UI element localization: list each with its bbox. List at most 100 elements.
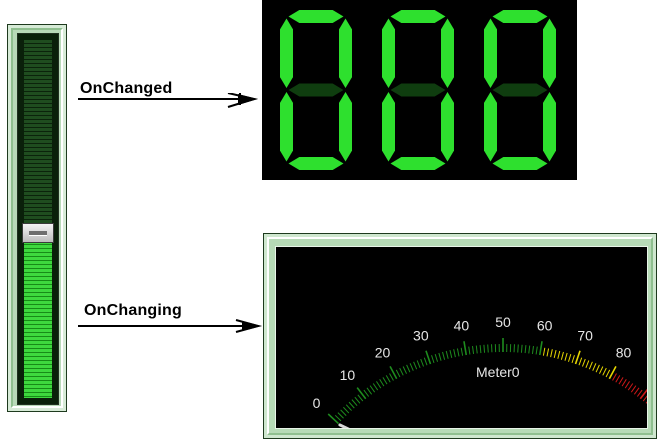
meter-tick — [627, 383, 634, 391]
digit-2 — [382, 10, 454, 170]
meter-tick — [343, 406, 350, 414]
meter-tick — [487, 344, 489, 353]
segment-bottom — [390, 157, 446, 170]
slider-track[interactable] — [24, 40, 52, 398]
meter-tick — [560, 351, 564, 360]
meter-tick-label: 70 — [577, 328, 593, 344]
analog-meter: 0102030405060708090100 Meter0 — [263, 233, 657, 439]
meter-tick-label: 40 — [454, 317, 470, 333]
meter-tick — [382, 377, 388, 385]
slider-thumb[interactable] — [22, 222, 54, 243]
meter-tick — [420, 358, 425, 367]
meter-tick — [385, 375, 391, 383]
meter-tick — [564, 352, 568, 361]
meter-tick — [517, 344, 519, 353]
meter-tick — [406, 364, 411, 373]
meter-tick — [345, 404, 352, 411]
vertical-slider[interactable] — [7, 24, 67, 412]
meter-tick — [588, 361, 593, 370]
meter-tick — [357, 394, 364, 402]
meter-tick — [520, 344, 523, 353]
meter-tick-label: 10 — [340, 367, 356, 383]
meter-tick — [483, 344, 486, 353]
digit-3 — [484, 10, 556, 170]
meter-tick-labels: 0102030405060708090100 — [313, 314, 632, 411]
meter-tick — [442, 351, 446, 360]
meter-tick — [468, 346, 471, 355]
meter-tick — [340, 409, 347, 416]
meter-tick — [366, 387, 373, 395]
meter-tick — [449, 350, 453, 359]
meter-tick — [460, 347, 464, 356]
meter-tick — [372, 383, 379, 391]
meter-tick-label: 30 — [413, 328, 429, 344]
meter-tick — [463, 341, 468, 356]
meter-tick — [528, 345, 531, 354]
meter-tick — [553, 350, 557, 359]
meter-tick-label: 20 — [375, 344, 391, 360]
meter-scale: 0102030405060708090100 Meter0 — [313, 314, 647, 428]
onchanging-arrow-icon — [78, 319, 262, 333]
meter-tick — [585, 360, 590, 369]
segment-lower-left — [484, 92, 497, 162]
meter-tick — [453, 349, 456, 358]
meter-tick — [475, 345, 478, 354]
segment-lower-left — [382, 92, 395, 162]
segment-upper-left — [382, 18, 395, 88]
meter-tick — [615, 375, 621, 383]
meter-tick — [546, 348, 550, 357]
meter-tick — [413, 361, 418, 370]
meter-tick — [571, 355, 575, 363]
slider-track-filled — [24, 232, 52, 398]
meter-needle — [338, 423, 350, 428]
segment-lower-right — [339, 92, 352, 162]
meter-tick — [409, 363, 414, 371]
digit-1 — [280, 10, 352, 170]
meter-tick — [376, 381, 382, 389]
segment-middle — [492, 83, 548, 97]
meter-tick — [645, 401, 647, 404]
meter-tick — [456, 348, 460, 357]
meter-tick-label: 0 — [313, 395, 321, 411]
meter-tick — [431, 355, 435, 363]
meter-tick — [574, 350, 581, 365]
meter-tick — [621, 379, 627, 387]
meter-tick — [524, 345, 527, 354]
meter-tick — [602, 367, 607, 376]
meter-tick — [472, 345, 475, 355]
segment-upper-right — [543, 18, 556, 88]
slider-track-unfilled — [24, 40, 52, 233]
meter-tick — [348, 401, 355, 409]
segment-upper-left — [484, 18, 497, 88]
meter-face: 0102030405060708090100 Meter0 — [275, 246, 648, 429]
meter-tick — [612, 373, 617, 381]
segment-top — [390, 10, 446, 23]
meter-tick — [531, 345, 534, 355]
seven-segment-display — [262, 0, 577, 180]
meter-tick — [633, 387, 640, 395]
meter-tick — [538, 341, 543, 356]
meter-tick — [354, 396, 361, 404]
segment-upper-left — [280, 18, 293, 88]
meter-tick — [578, 357, 583, 366]
meter-tick — [598, 366, 604, 374]
meter-tick — [542, 347, 546, 356]
meter-tick — [399, 367, 404, 376]
meter-tick — [618, 377, 624, 385]
meter-tick — [327, 413, 339, 425]
segment-lower-right — [441, 92, 454, 162]
meter-tick — [636, 389, 643, 397]
segment-top — [288, 10, 344, 23]
meter-tick-label: 80 — [616, 344, 632, 360]
meter-tick-label: 50 — [495, 314, 511, 330]
meter-tick — [557, 350, 561, 359]
segment-lower-left — [280, 92, 293, 162]
meter-tick — [379, 379, 385, 387]
meter-tick — [550, 349, 553, 358]
meter-tick — [363, 389, 370, 397]
segment-top — [492, 10, 548, 23]
meter-tick-label: 60 — [537, 317, 553, 333]
meter-tick — [356, 387, 367, 400]
meter-tick — [351, 399, 358, 407]
meter-tick — [389, 373, 394, 381]
